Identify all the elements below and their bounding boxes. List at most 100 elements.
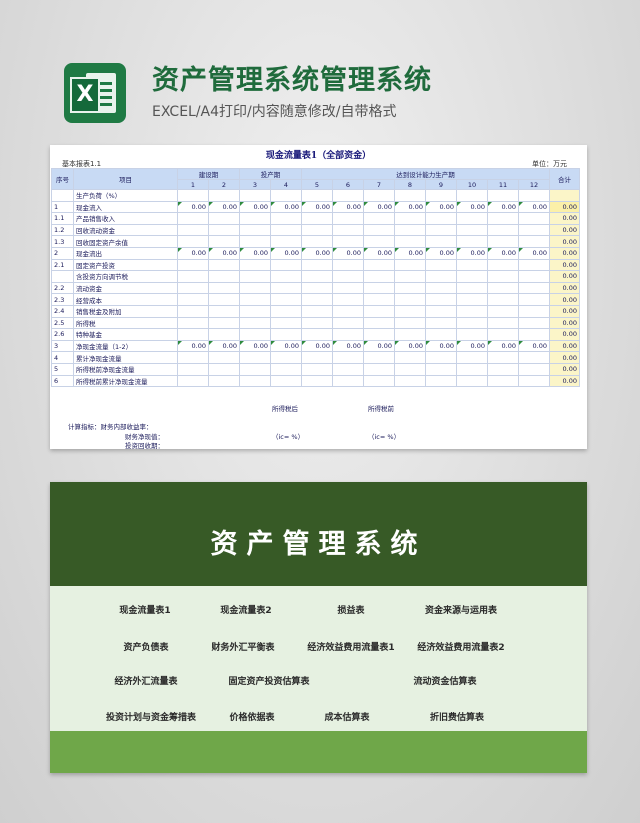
row-item-name: 经营成本 [73, 293, 178, 306]
value-cell: 0.00 [301, 246, 333, 260]
value-cell [425, 374, 457, 388]
header-period: 4 [270, 179, 302, 190]
header-full-capacity: 达到设计能力生产期 [301, 168, 550, 180]
value-cell [394, 223, 426, 237]
value-cell [487, 189, 519, 202]
table-row: 2.4 销售税金及附加 0.00 [51, 304, 580, 318]
row-item-name: 累计净现金流量 [73, 351, 178, 364]
value-cell: 0.00 [239, 200, 271, 214]
value-cell [518, 270, 550, 283]
total-cell: 0.00 [549, 328, 580, 341]
value-cell: 0.00 [177, 246, 209, 260]
value-cell [208, 270, 240, 283]
menu-link-depreciation-estimate[interactable]: 折旧费估算表 [430, 710, 484, 723]
menu-link-balance-sheet[interactable]: 资产负债表 [123, 640, 168, 653]
header-seq: 序号 [51, 168, 74, 190]
value-cell [301, 281, 333, 295]
total-cell: 0.00 [549, 339, 580, 353]
value-cell [208, 362, 240, 376]
value-cell [332, 281, 364, 295]
value-cell [487, 223, 519, 237]
value-cell: 0.00 [456, 339, 488, 353]
value-cell [487, 374, 519, 388]
menu-link-income-statement[interactable]: 损益表 [337, 603, 364, 616]
row-item-name: 固定资产投资 [73, 258, 178, 272]
menu-link-cash-flow-1[interactable]: 现金流量表1 [119, 603, 170, 616]
header-period: 1 [177, 179, 209, 190]
value-cell [456, 235, 488, 248]
value-cell [518, 258, 550, 272]
value-cell [425, 235, 457, 248]
total-cell: 0.00 [549, 270, 580, 283]
value-cell [487, 281, 519, 295]
value-cell: 0.00 [208, 339, 240, 353]
value-cell [456, 258, 488, 272]
value-cell [239, 189, 271, 202]
value-cell [487, 351, 519, 364]
menu-link-econ-forex[interactable]: 经济外汇流量表 [114, 674, 177, 687]
table-row: 6 所得税前累计净现金流量 0.00 [51, 374, 580, 388]
row-item-name: 销售税金及附加 [73, 304, 178, 318]
value-cell [177, 316, 209, 330]
menu-link-price-basis[interactable]: 价格依据表 [229, 710, 274, 723]
value-cell: 0.00 [487, 200, 519, 214]
value-cell [270, 281, 302, 295]
value-cell [332, 362, 364, 376]
value-cell [177, 212, 209, 225]
table-row: 含投资方向调节税 0.00 [51, 270, 580, 283]
value-cell: 0.00 [332, 246, 364, 260]
row-item-name: 所得税前净现金流量 [73, 362, 178, 376]
menu-link-cash-flow-2[interactable]: 现金流量表2 [220, 603, 271, 616]
menu-link-investment-plan[interactable]: 投资计划与资金筹措表 [106, 710, 196, 723]
menu-link-working-capital-estimate[interactable]: 流动资金估算表 [413, 674, 476, 687]
value-cell [332, 235, 364, 248]
value-cell [425, 223, 457, 237]
value-cell [301, 189, 333, 202]
row-number: 2 [51, 246, 74, 260]
value-cell [301, 212, 333, 225]
value-cell [456, 374, 488, 388]
value-cell [270, 374, 302, 388]
row-item-name: 现金流入 [73, 200, 178, 214]
header-item: 项目 [73, 168, 178, 190]
sheet-title: 现金流量表1（全部资金） [265, 151, 372, 161]
payback-label: 投资回收期： [125, 442, 164, 449]
value-cell [270, 304, 302, 318]
row-number: 2.4 [51, 304, 74, 318]
value-cell [332, 223, 364, 237]
menu-link-econ-benefit-2[interactable]: 经济效益费用流量表2 [417, 640, 504, 653]
menu-link-cost-estimate[interactable]: 成本估算表 [324, 710, 369, 723]
irr-label: 计算指标：财务内部收益率： [68, 423, 153, 431]
row-number: 2.1 [51, 258, 74, 272]
value-cell [394, 270, 426, 283]
table-row: 1.1 产品销售收入 0.00 [51, 212, 580, 225]
value-cell: 0.00 [425, 200, 457, 214]
value-cell [301, 316, 333, 330]
value-cell [301, 258, 333, 272]
value-cell [239, 328, 271, 341]
value-cell [363, 374, 395, 388]
menu-link-forex-balance[interactable]: 财务外汇平衡表 [211, 640, 274, 653]
value-cell [177, 223, 209, 237]
value-cell [208, 304, 240, 318]
value-cell [487, 235, 519, 248]
value-cell [425, 328, 457, 341]
value-cell [518, 235, 550, 248]
header-period: 2 [208, 179, 240, 190]
menu-link-econ-benefit-1[interactable]: 经济效益费用流量表1 [307, 640, 394, 653]
page-title: 资产管理系统管理系统 [152, 65, 432, 96]
value-cell: 0.00 [456, 246, 488, 260]
row-number: 6 [51, 374, 74, 388]
value-cell [270, 351, 302, 364]
value-cell: 0.00 [456, 200, 488, 214]
menu-link-source-application[interactable]: 资金来源与运用表 [425, 603, 497, 616]
panel-header: 资产管理系统 [50, 482, 587, 586]
value-cell [363, 328, 395, 341]
value-cell [487, 293, 519, 306]
value-cell [363, 223, 395, 237]
menu-link-fixed-asset-estimate[interactable]: 固定资产投资估算表 [228, 674, 309, 687]
value-cell: 0.00 [425, 339, 457, 353]
value-cell [270, 189, 302, 202]
value-cell: 0.00 [270, 339, 302, 353]
value-cell [270, 235, 302, 248]
